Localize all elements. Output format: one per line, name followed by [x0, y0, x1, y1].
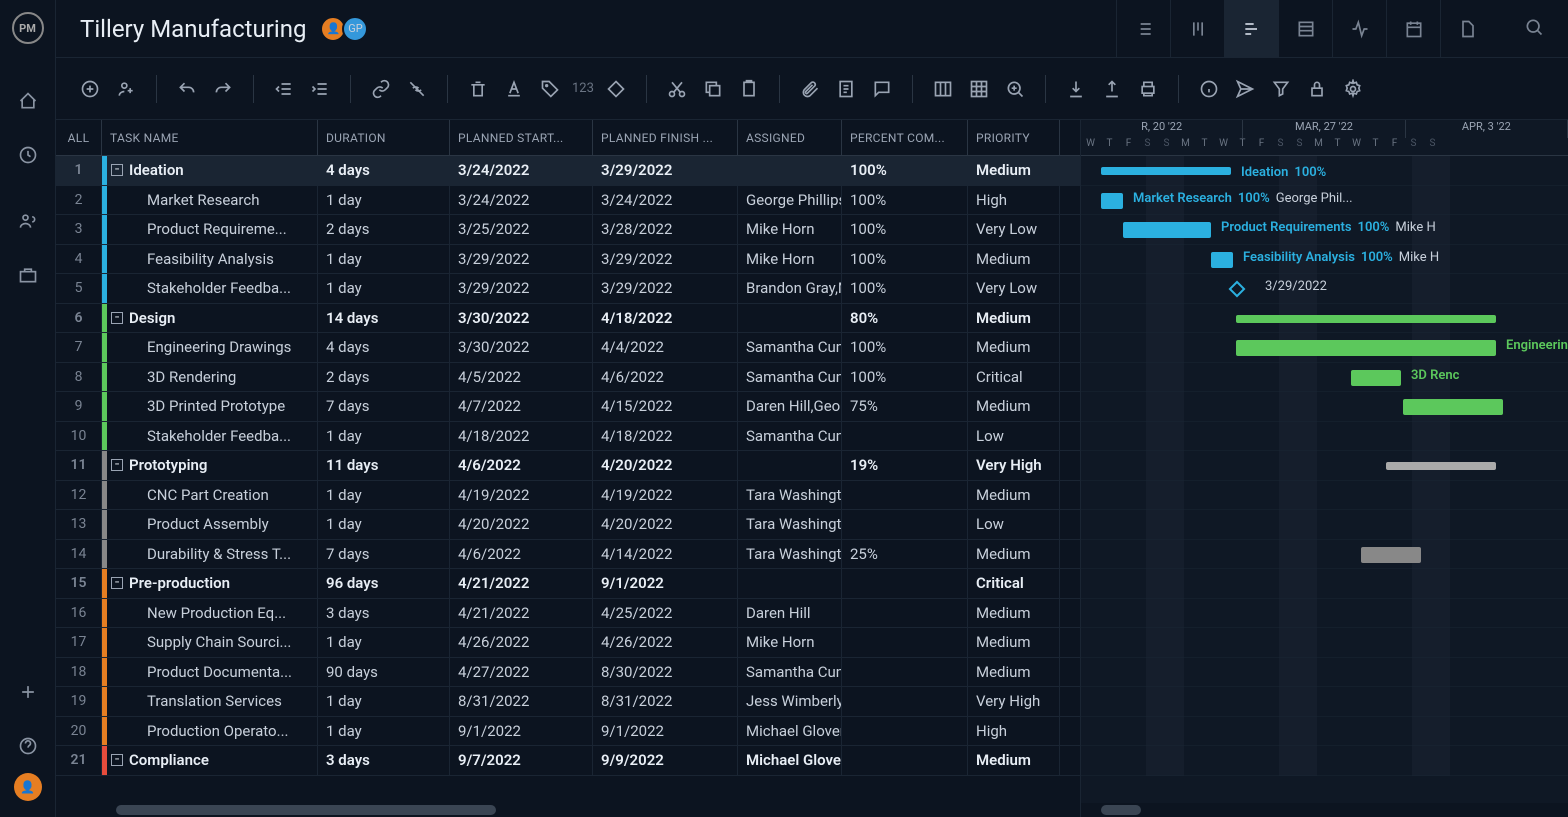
trash-icon[interactable] [464, 75, 492, 103]
gantt-scrollbar[interactable] [1081, 803, 1568, 817]
gantt-chart[interactable]: R, 20 '22MAR, 27 '22APR, 3 '22 WTFSSMTWT… [1080, 120, 1568, 817]
collapse-toggle[interactable]: − [111, 164, 123, 176]
home-icon[interactable] [17, 90, 39, 112]
left-nav-rail: PM 👤 [0, 0, 56, 817]
task-row[interactable]: 5Stakeholder Feedba...1 day3/29/20223/29… [56, 274, 1080, 304]
task-row[interactable]: 19Translation Services1 day8/31/20228/31… [56, 687, 1080, 717]
header: Tillery Manufacturing 👤 GP [56, 0, 1568, 58]
col-name[interactable]: TASK NAME [102, 120, 318, 155]
task-row[interactable]: 12CNC Part Creation1 day4/19/20224/19/20… [56, 481, 1080, 511]
import-icon[interactable] [1062, 75, 1090, 103]
task-row[interactable]: 4Feasibility Analysis1 day3/29/20223/29/… [56, 245, 1080, 275]
grid-header: ALL TASK NAME DURATION PLANNED START... … [56, 120, 1080, 156]
filter-icon[interactable] [1267, 75, 1295, 103]
task-row[interactable]: 20Production Operato...1 day9/1/20229/1/… [56, 717, 1080, 747]
task-row[interactable]: 83D Rendering2 days4/5/20224/6/2022Saman… [56, 363, 1080, 393]
view-list-icon[interactable] [1116, 0, 1170, 58]
task-row[interactable]: 10Stakeholder Feedba...1 day4/18/20224/1… [56, 422, 1080, 452]
task-row[interactable]: 21−Compliance3 days9/7/20229/9/2022Micha… [56, 746, 1080, 776]
people-icon[interactable] [17, 210, 39, 232]
attachment-icon[interactable] [796, 75, 824, 103]
task-row[interactable]: 7Engineering Drawings4 days3/30/20224/4/… [56, 333, 1080, 363]
briefcase-icon[interactable] [17, 264, 39, 286]
comment-icon[interactable] [868, 75, 896, 103]
col-percent[interactable]: PERCENT COM... [842, 120, 968, 155]
clock-icon[interactable] [17, 144, 39, 166]
text-color-icon[interactable] [500, 75, 528, 103]
avatar-2[interactable]: GP [342, 16, 368, 42]
task-row[interactable]: 13Product Assembly1 day4/20/20224/20/202… [56, 510, 1080, 540]
task-grid: ALL TASK NAME DURATION PLANNED START... … [56, 120, 1080, 817]
task-row[interactable]: 3Product Requireme...2 days3/25/20223/28… [56, 215, 1080, 245]
task-row[interactable]: 18Product Documenta...90 days4/27/20228/… [56, 658, 1080, 688]
diamond-icon[interactable] [602, 75, 630, 103]
task-row[interactable]: 16New Production Eq...3 days4/21/20224/2… [56, 599, 1080, 629]
collapse-toggle[interactable]: − [111, 754, 123, 766]
grid-icon[interactable] [965, 75, 993, 103]
print-icon[interactable] [1134, 75, 1162, 103]
task-row[interactable]: 15−Pre-production96 days4/21/20229/1/202… [56, 569, 1080, 599]
col-assigned[interactable]: ASSIGNED [738, 120, 842, 155]
toolbar: 123 [56, 58, 1568, 120]
help-icon[interactable] [17, 735, 39, 757]
task-row[interactable]: 93D Printed Prototype7 days4/7/20224/15/… [56, 392, 1080, 422]
plus-icon[interactable] [17, 681, 39, 703]
col-duration[interactable]: DURATION [318, 120, 450, 155]
search-icon[interactable] [1524, 17, 1544, 41]
columns-icon[interactable] [929, 75, 957, 103]
col-end[interactable]: PLANNED FINISH ... [593, 120, 738, 155]
toolbar-123-label: 123 [572, 81, 594, 96]
collapse-toggle[interactable]: − [111, 312, 123, 324]
notes-icon[interactable] [832, 75, 860, 103]
task-row[interactable]: 17Supply Chain Sourci...1 day4/26/20224/… [56, 628, 1080, 658]
export-icon[interactable] [1098, 75, 1126, 103]
view-sheet-icon[interactable] [1278, 0, 1332, 58]
add-task-icon[interactable] [76, 75, 104, 103]
view-file-icon[interactable] [1440, 0, 1494, 58]
undo-icon[interactable] [173, 75, 201, 103]
task-row[interactable]: 11−Prototyping11 days4/6/20224/20/202219… [56, 451, 1080, 481]
view-calendar-icon[interactable] [1386, 0, 1440, 58]
task-row[interactable]: 6−Design14 days3/30/20224/18/202280%Medi… [56, 304, 1080, 334]
lock-icon[interactable] [1303, 75, 1331, 103]
view-activity-icon[interactable] [1332, 0, 1386, 58]
shared-avatars[interactable]: 👤 GP [324, 16, 368, 42]
project-title: Tillery Manufacturing [80, 15, 306, 43]
send-icon[interactable] [1231, 75, 1259, 103]
indent-icon[interactable] [306, 75, 334, 103]
task-row[interactable]: 2Market Research1 day3/24/20223/24/2022G… [56, 186, 1080, 216]
clipboard-icon[interactable] [735, 75, 763, 103]
outdent-icon[interactable] [270, 75, 298, 103]
unlink-icon[interactable] [403, 75, 431, 103]
copy-icon[interactable] [699, 75, 727, 103]
link-icon[interactable] [367, 75, 395, 103]
app-logo[interactable]: PM [12, 12, 44, 44]
tag-icon[interactable] [536, 75, 564, 103]
collapse-toggle[interactable]: − [111, 577, 123, 589]
collapse-toggle[interactable]: − [111, 459, 123, 471]
user-avatar[interactable]: 👤 [14, 773, 42, 801]
view-gantt-icon[interactable] [1224, 0, 1278, 58]
redo-icon[interactable] [209, 75, 237, 103]
view-board-icon[interactable] [1170, 0, 1224, 58]
col-priority[interactable]: PRIORITY [968, 120, 1060, 155]
col-start[interactable]: PLANNED START... [450, 120, 593, 155]
cut-icon[interactable] [663, 75, 691, 103]
task-row[interactable]: 1−Ideation4 days3/24/20223/29/2022100%Me… [56, 156, 1080, 186]
grid-scrollbar[interactable] [56, 803, 1080, 817]
info-icon[interactable] [1195, 75, 1223, 103]
zoom-icon[interactable] [1001, 75, 1029, 103]
task-row[interactable]: 14Durability & Stress T...7 days4/6/2022… [56, 540, 1080, 570]
settings-icon[interactable] [1339, 75, 1367, 103]
col-all[interactable]: ALL [56, 120, 102, 155]
add-person-icon[interactable] [112, 75, 140, 103]
